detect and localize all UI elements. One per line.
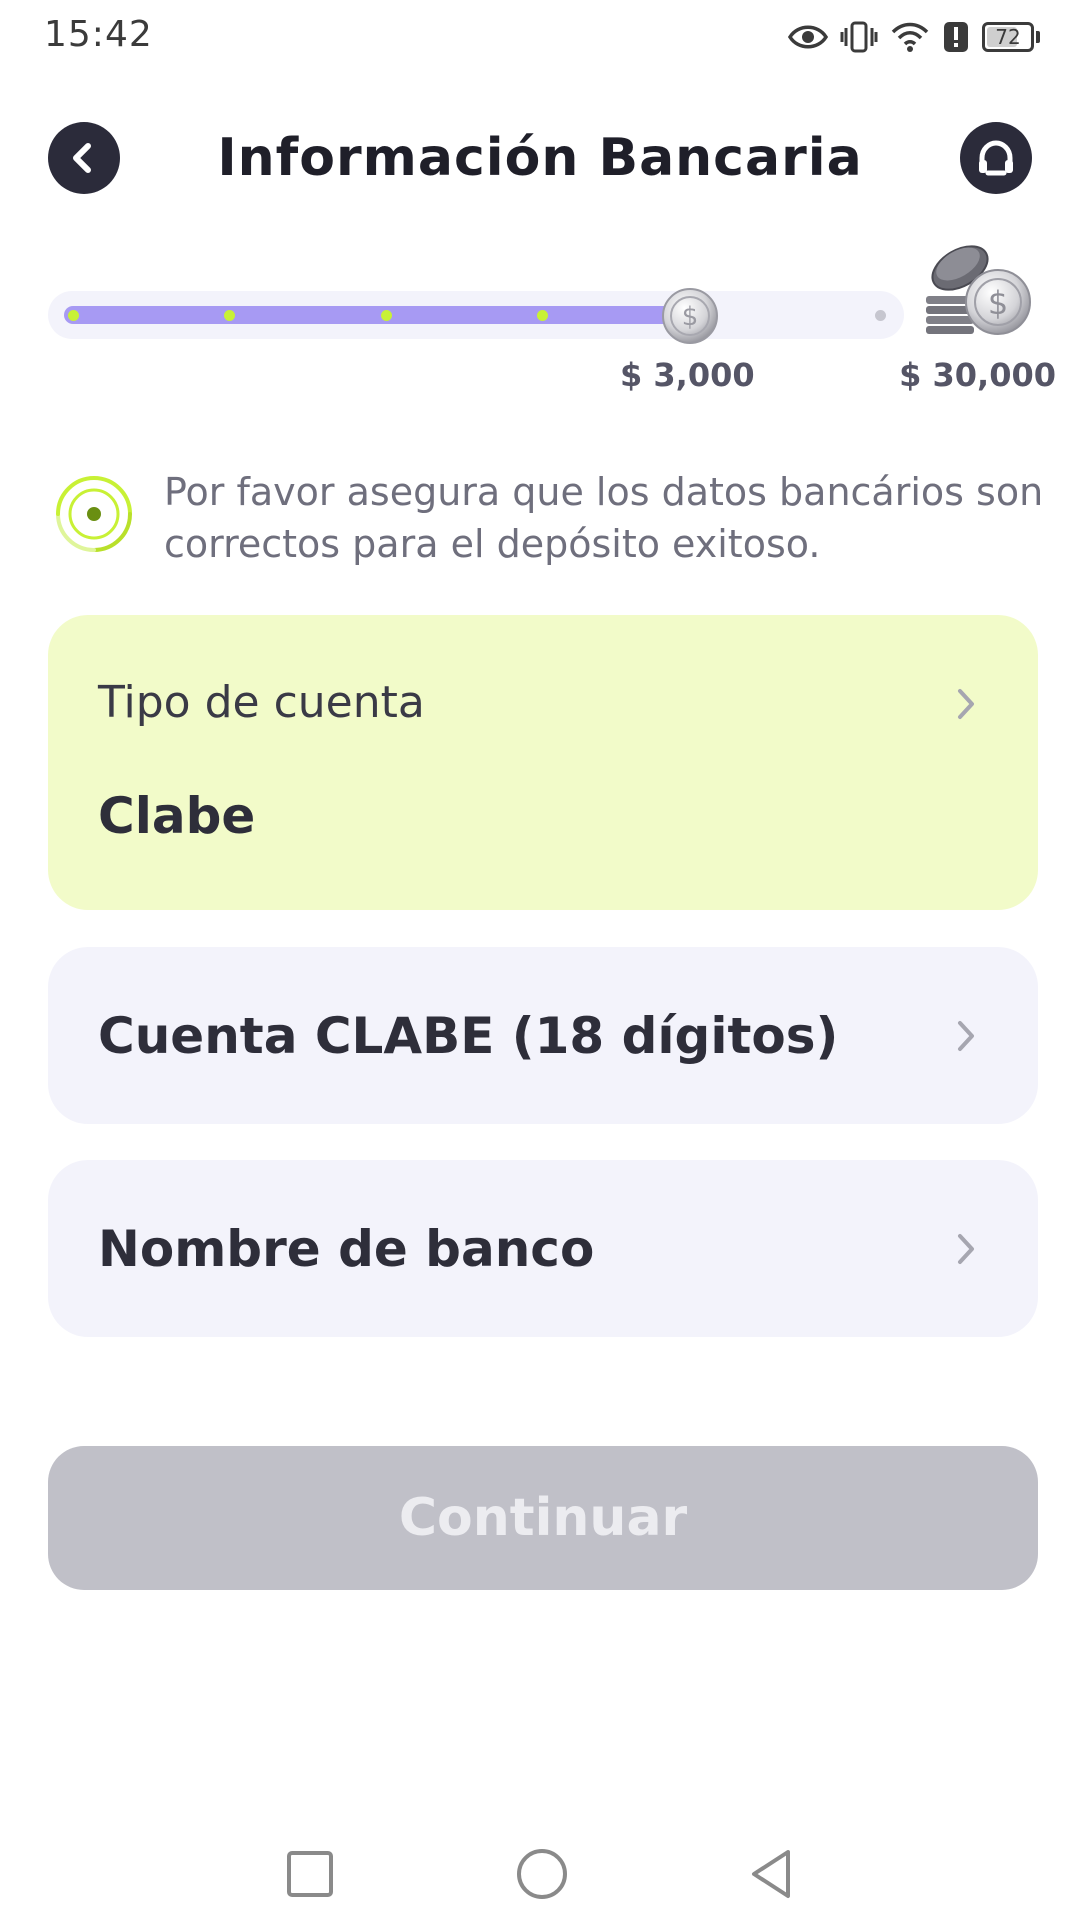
coin-icon: $ [662,288,718,344]
home-circle-icon[interactable] [514,1846,570,1902]
headset-icon [979,140,1013,176]
battery-icon: 72 [982,22,1040,52]
back-triangle-icon[interactable] [744,1846,800,1902]
status-time: 15:42 [44,14,153,55]
vibrate-icon [840,20,878,54]
progress-fill [64,306,690,324]
page-title: Información Bancaria [217,128,863,188]
milestone-dot [537,310,548,321]
current-amount: $ 3,000 [620,356,755,394]
battery-text: 72 [995,25,1021,49]
eye-icon [788,22,828,52]
svg-text:$: $ [682,302,699,332]
milestone-dot [224,310,235,321]
bank-name-field[interactable]: Nombre de banco [48,1160,1038,1337]
target-icon [56,476,132,552]
notice-text: Por favor asegura que los datos bancário… [164,470,1044,566]
reward-progress-bar [48,291,904,339]
support-button[interactable] [960,122,1032,194]
status-icons: 72 [788,14,1040,60]
continue-button[interactable]: Continuar [48,1446,1038,1590]
progress-end-dot [875,310,886,321]
milestone-dot [381,310,392,321]
recents-square-icon[interactable] [282,1846,338,1902]
account-type-label: Tipo de cuenta [98,677,425,728]
chevron-right-icon [958,689,974,719]
bank-name-label: Nombre de banco [98,1219,595,1278]
chevron-right-icon [958,1021,974,1051]
wifi-icon [890,20,930,54]
coin-stack-icon: $ [926,245,1031,335]
target-amount: $ 30,000 [899,356,1056,394]
clabe-account-label: Cuenta CLABE (18 dígitos) [98,1006,839,1065]
account-type-selector[interactable]: Tipo de cuenta Clabe [48,615,1038,910]
clabe-account-field[interactable]: Cuenta CLABE (18 dígitos) [48,947,1038,1124]
alert-icon [942,20,970,54]
status-bar: 15:42 72 [0,0,1080,80]
milestone-dot [68,310,79,321]
svg-text:$: $ [988,284,1008,322]
account-type-value: Clabe [98,787,256,845]
chevron-right-icon [958,1234,974,1264]
